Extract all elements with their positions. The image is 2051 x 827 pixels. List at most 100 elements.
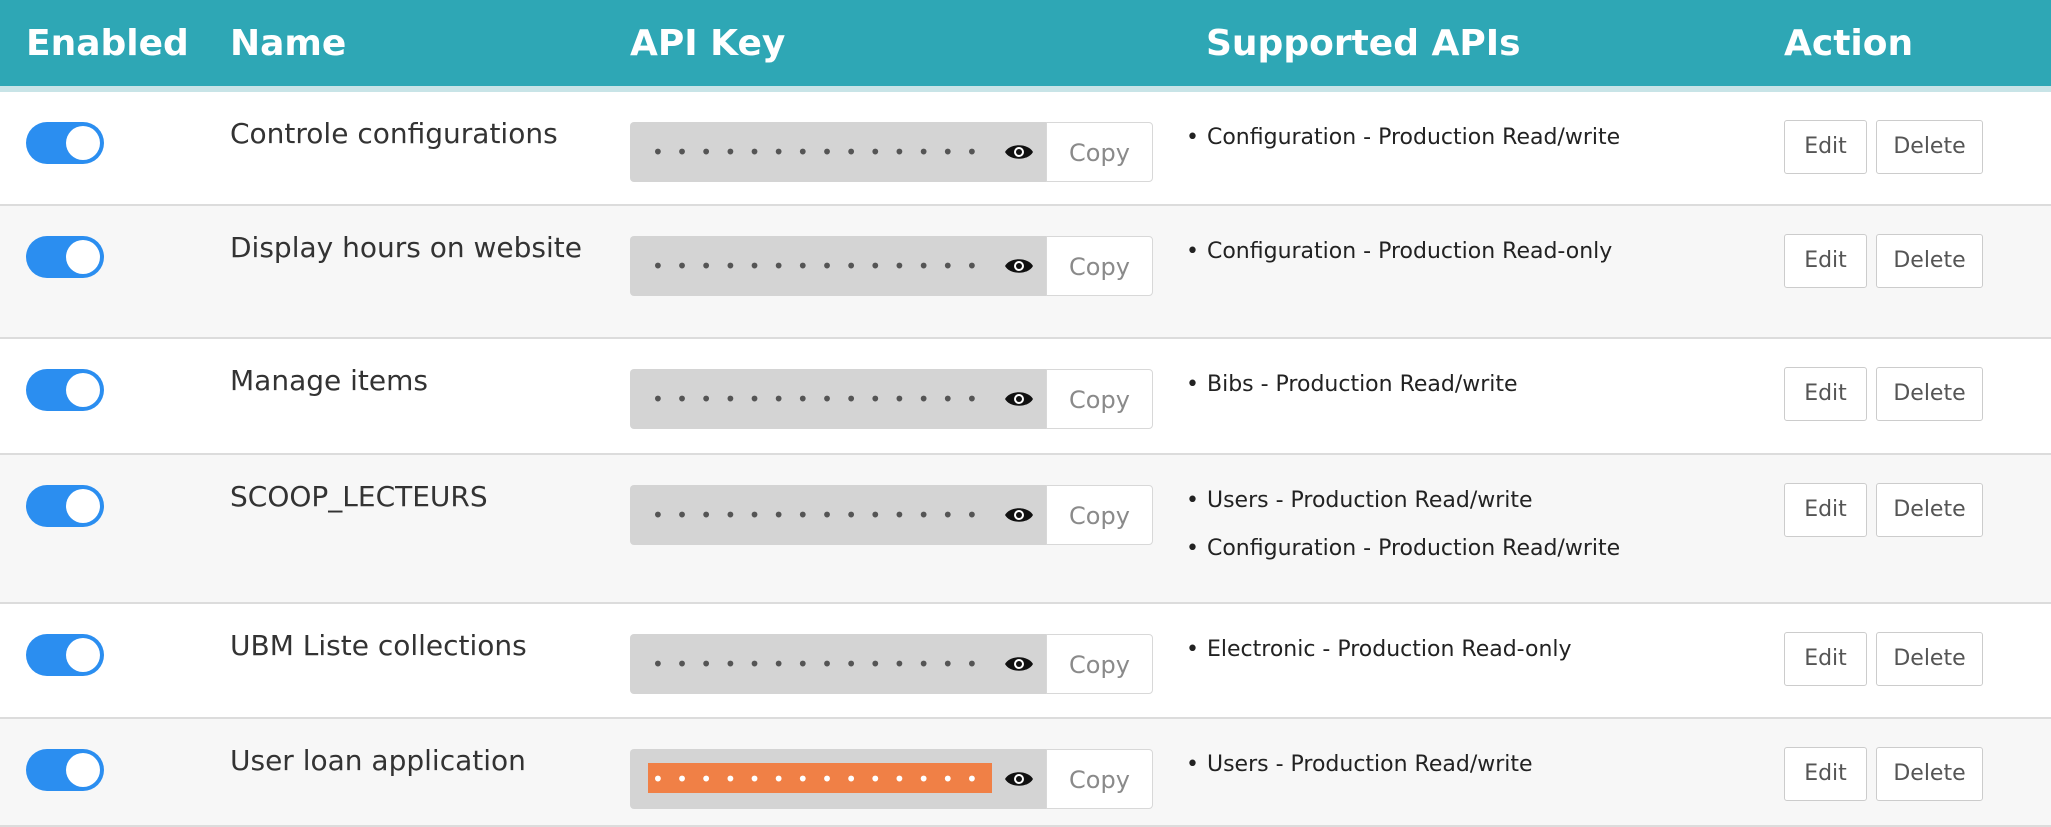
api-key-field: • • • • • • • • • • • • • • • • • • • • … [630,634,1153,694]
bullet-icon: • [1186,536,1199,561]
table-row: UBM Liste collections • • • • • • • • • •… [0,604,2051,719]
bullet-icon: • [1186,239,1199,264]
row-name: SCOOP_LECTEURS [230,480,488,513]
row-name: UBM Liste collections [230,629,527,662]
api-keys-table: Enabled Name API Key Supported APIs Acti… [0,0,2051,827]
copy-button[interactable]: Copy [1046,236,1153,296]
supported-api-item: • Electronic - Production Read-only [1186,626,1786,674]
copy-button[interactable]: Copy [1046,634,1153,694]
table-row: Manage items • • • • • • • • • • • • • • … [0,339,2051,455]
api-key-input[interactable]: • • • • • • • • • • • • • • • • • • • • … [630,369,1046,429]
supported-apis-list: • Configuration - Production Read/write [1186,114,1786,162]
bullet-icon: • [1186,125,1199,150]
api-key-field: • • • • • • • • • • • • • • • • • • • • … [630,749,1153,809]
supported-api-item: • Users - Production Read/write [1186,477,1786,525]
edit-button[interactable]: Edit [1784,632,1867,686]
supported-api-label: Bibs - Production Read/write [1206,372,1518,397]
api-key-mask: • • • • • • • • • • • • • • • • • • • • … [652,387,992,411]
supported-api-item: • Configuration - Production Read-only [1186,228,1786,276]
edit-button[interactable]: Edit [1784,483,1867,537]
bullet-icon: • [1186,488,1199,513]
supported-apis-list: • Users - Production Read/write [1186,741,1786,789]
row-name: User loan application [230,744,526,777]
toggle-knob [66,373,100,407]
enabled-toggle[interactable] [26,749,104,791]
eye-icon[interactable] [1004,651,1034,677]
delete-button[interactable]: Delete [1876,483,1983,537]
api-key-input[interactable]: • • • • • • • • • • • • • • • • • • • • … [630,749,1046,809]
api-key-field: • • • • • • • • • • • • • • • • • • • • … [630,236,1153,296]
api-key-input[interactable]: • • • • • • • • • • • • • • • • • • • • … [630,634,1046,694]
supported-api-label: Configuration - Production Read/write [1206,125,1621,150]
column-header-enabled: Enabled [26,23,189,64]
api-key-field: • • • • • • • • • • • • • • • • • • • • … [630,369,1153,429]
api-key-field: • • • • • • • • • • • • • • • • • • • • … [630,485,1153,545]
supported-apis-list: • Configuration - Production Read-only [1186,228,1786,276]
edit-button[interactable]: Edit [1784,367,1867,421]
supported-api-label: Configuration - Production Read/write [1206,536,1621,561]
api-key-input[interactable]: • • • • • • • • • • • • • • • • • • • • … [630,485,1046,545]
supported-apis-list: • Users - Production Read/write • Configura… [1186,477,1786,573]
edit-button[interactable]: Edit [1784,234,1867,288]
supported-api-item: • Users - Production Read/write [1186,741,1786,789]
delete-button[interactable]: Delete [1876,234,1983,288]
delete-button[interactable]: Delete [1876,747,1983,801]
eye-icon[interactable] [1004,253,1034,279]
edit-button[interactable]: Edit [1784,120,1867,174]
api-key-input[interactable]: • • • • • • • • • • • • • • • • • • • • … [630,236,1046,296]
supported-apis-list: • Electronic - Production Read-only [1186,626,1786,674]
eye-icon[interactable] [1004,766,1034,792]
eye-icon[interactable] [1004,386,1034,412]
column-header-api-key: API Key [630,23,786,64]
table-header: Enabled Name API Key Supported APIs Acti… [0,0,2051,92]
toggle-knob [66,638,100,672]
api-key-mask: • • • • • • • • • • • • • • • • • • • • … [652,767,992,791]
toggle-knob [66,753,100,787]
api-key-input[interactable]: • • • • • • • • • • • • • • • • • • • • … [630,122,1046,182]
api-key-mask: • • • • • • • • • • • • • • • • • • • • … [652,652,992,676]
enabled-toggle[interactable] [26,122,104,164]
table-row: User loan application • • • • • • • • • •… [0,719,2051,827]
column-header-name: Name [230,23,347,64]
bullet-icon: • [1186,637,1199,662]
enabled-toggle[interactable] [26,236,104,278]
supported-api-item: • Configuration - Production Read/write [1186,114,1786,162]
supported-api-label: Configuration - Production Read-only [1206,239,1613,264]
toggle-knob [66,126,100,160]
supported-apis-list: • Bibs - Production Read/write [1186,361,1786,409]
column-header-action: Action [1784,23,1914,64]
copy-button[interactable]: Copy [1046,369,1153,429]
supported-api-label: Users - Production Read/write [1206,488,1533,513]
delete-button[interactable]: Delete [1876,367,1983,421]
supported-api-item: • Bibs - Production Read/write [1186,361,1786,409]
eye-icon[interactable] [1004,139,1034,165]
row-name: Controle configurations [230,117,558,150]
enabled-toggle[interactable] [26,634,104,676]
row-name: Display hours on website [230,231,582,264]
enabled-toggle[interactable] [26,485,104,527]
enabled-toggle[interactable] [26,369,104,411]
api-key-mask: • • • • • • • • • • • • • • • • • • • • … [652,140,992,164]
supported-api-label: Users - Production Read/write [1206,752,1533,777]
bullet-icon: • [1186,752,1199,777]
copy-button[interactable]: Copy [1046,485,1153,545]
toggle-knob [66,240,100,274]
copy-button[interactable]: Copy [1046,122,1153,182]
delete-button[interactable]: Delete [1876,120,1983,174]
table-row: SCOOP_LECTEURS • • • • • • • • • • • • • … [0,455,2051,604]
edit-button[interactable]: Edit [1784,747,1867,801]
column-header-supported-apis: Supported APIs [1206,23,1521,64]
supported-api-item: • Configuration - Production Read/write [1186,525,1786,573]
delete-button[interactable]: Delete [1876,632,1983,686]
table-row: Display hours on website • • • • • • • • … [0,206,2051,339]
eye-icon[interactable] [1004,502,1034,528]
api-key-mask: • • • • • • • • • • • • • • • • • • • • … [652,254,992,278]
bullet-icon: • [1186,372,1199,397]
supported-api-label: Electronic - Production Read-only [1206,637,1572,662]
api-key-field: • • • • • • • • • • • • • • • • • • • • … [630,122,1153,182]
copy-button[interactable]: Copy [1046,749,1153,809]
api-key-mask: • • • • • • • • • • • • • • • • • • • • … [652,503,992,527]
table-row: Controle configurations • • • • • • • • •… [0,92,2051,206]
toggle-knob [66,489,100,523]
row-name: Manage items [230,364,428,397]
